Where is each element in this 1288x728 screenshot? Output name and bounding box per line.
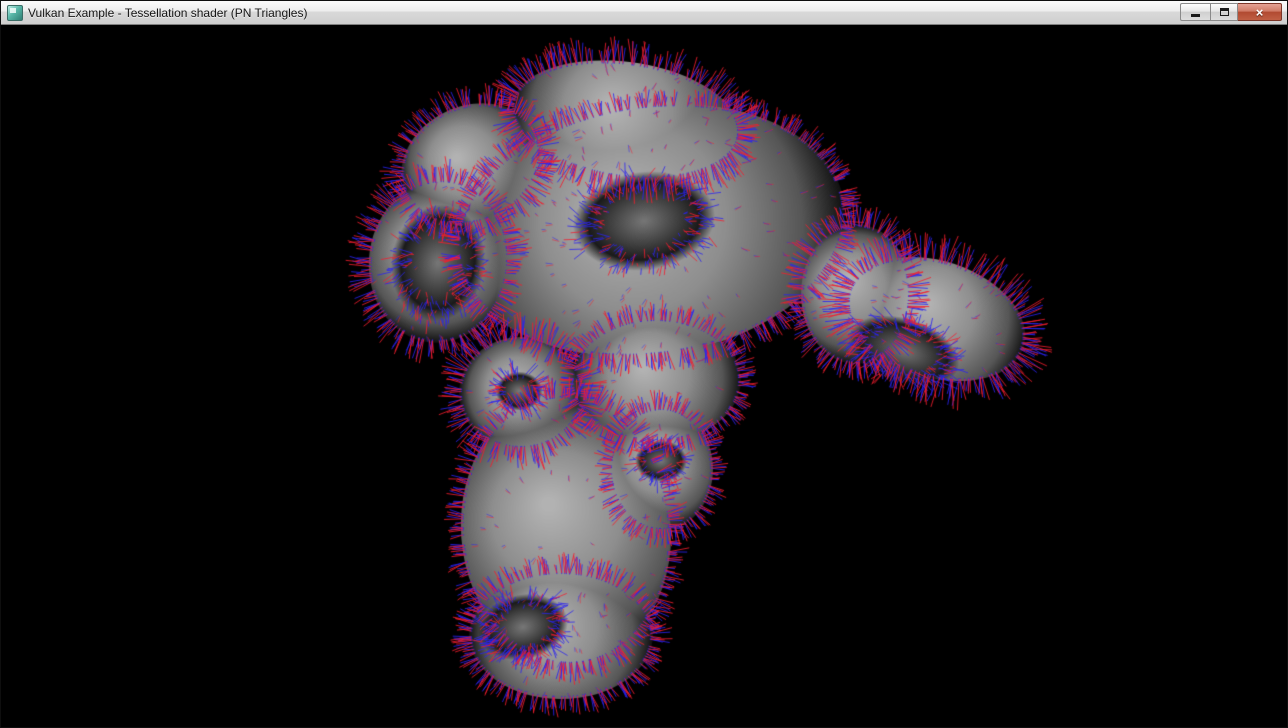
app-window: Vulkan Example - Tessellation shader (PN… (0, 0, 1288, 728)
maximize-icon (1220, 8, 1229, 16)
close-button[interactable]: × (1238, 3, 1282, 21)
app-icon (7, 5, 23, 21)
viewport (1, 25, 1287, 727)
maximize-button[interactable] (1210, 3, 1238, 21)
titlebar[interactable]: Vulkan Example - Tessellation shader (PN… (1, 1, 1287, 25)
minimize-icon (1191, 14, 1200, 17)
close-icon: × (1256, 6, 1264, 19)
window-controls: × (1180, 3, 1282, 21)
window-title: Vulkan Example - Tessellation shader (PN… (28, 6, 307, 20)
minimize-button[interactable] (1180, 3, 1210, 21)
viewport-canvas[interactable] (1, 25, 1287, 727)
